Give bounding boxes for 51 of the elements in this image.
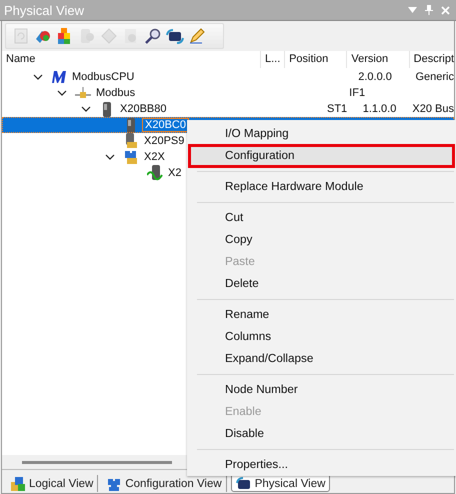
menu-item[interactable]: Disable [189,423,454,445]
view-tab[interactable]: Physical View [230,475,330,492]
menu-item[interactable]: I/O Mapping [189,123,454,145]
menu-item[interactable]: Configuration [189,145,454,167]
menu-item[interactable]: Expand/Collapse [189,348,454,370]
device-icon [236,476,252,490]
column-header[interactable]: Descript [408,51,454,68]
node-name[interactable]: X2 [166,167,184,179]
close-icon[interactable] [441,6,450,14]
module-icon [102,102,112,116]
menu-item[interactable]: Delete [189,273,454,295]
connector-icon [75,87,91,99]
column-header[interactable]: L... [260,51,284,68]
menu-item[interactable]: Cut [189,207,454,229]
window-title: Physical View [4,2,84,18]
menu-item[interactable]: Node Number [189,379,454,401]
puzzle-icon [123,149,139,165]
pin-icon[interactable] [425,5,433,15]
node-name[interactable]: X20PS9 [142,135,186,147]
table-cell: 1.1.0.0 [362,103,396,115]
chevron-icon[interactable] [57,90,67,96]
module-icon [147,165,163,181]
chevron-icon[interactable] [81,106,91,112]
table-cell: 2.0.0.0 [358,71,392,83]
node-name[interactable]: X20BC0 [142,118,189,132]
device-icon[interactable] [166,27,184,45]
table-cell: Generic [415,71,454,83]
dropdown-icon[interactable] [408,7,417,13]
table-cell: X20 Bus [412,103,454,115]
column-header[interactable]: Version [346,51,409,68]
menu-item[interactable]: Rename [189,304,454,326]
chevron-icon[interactable] [105,154,115,160]
node-name[interactable]: Modbus [94,87,138,99]
cpu-icon [52,71,66,83]
table-cell: IF1 [349,87,366,99]
blocks-icon [10,476,26,492]
view-tab[interactable]: Logical View [6,475,98,492]
edit-icon[interactable] [188,27,206,45]
menu-item[interactable]: Columns [189,326,454,348]
menu-item[interactable]: Replace Hardware Module [189,176,454,198]
node-name[interactable]: ModbusCPU [70,71,136,83]
scrollbar-thumb[interactable] [22,460,172,464]
menu-item[interactable]: Copy [189,229,454,251]
node-name[interactable]: X20BB80 [118,103,168,115]
search-icon[interactable] [144,27,162,45]
menu-item[interactable]: Properties... [189,454,454,476]
chevron-icon[interactable] [33,74,43,80]
table-cell: ST1 [326,103,348,115]
column-header[interactable]: Name [2,51,260,68]
column-header[interactable]: Position [284,51,346,68]
node-name[interactable]: X2X [142,151,167,163]
